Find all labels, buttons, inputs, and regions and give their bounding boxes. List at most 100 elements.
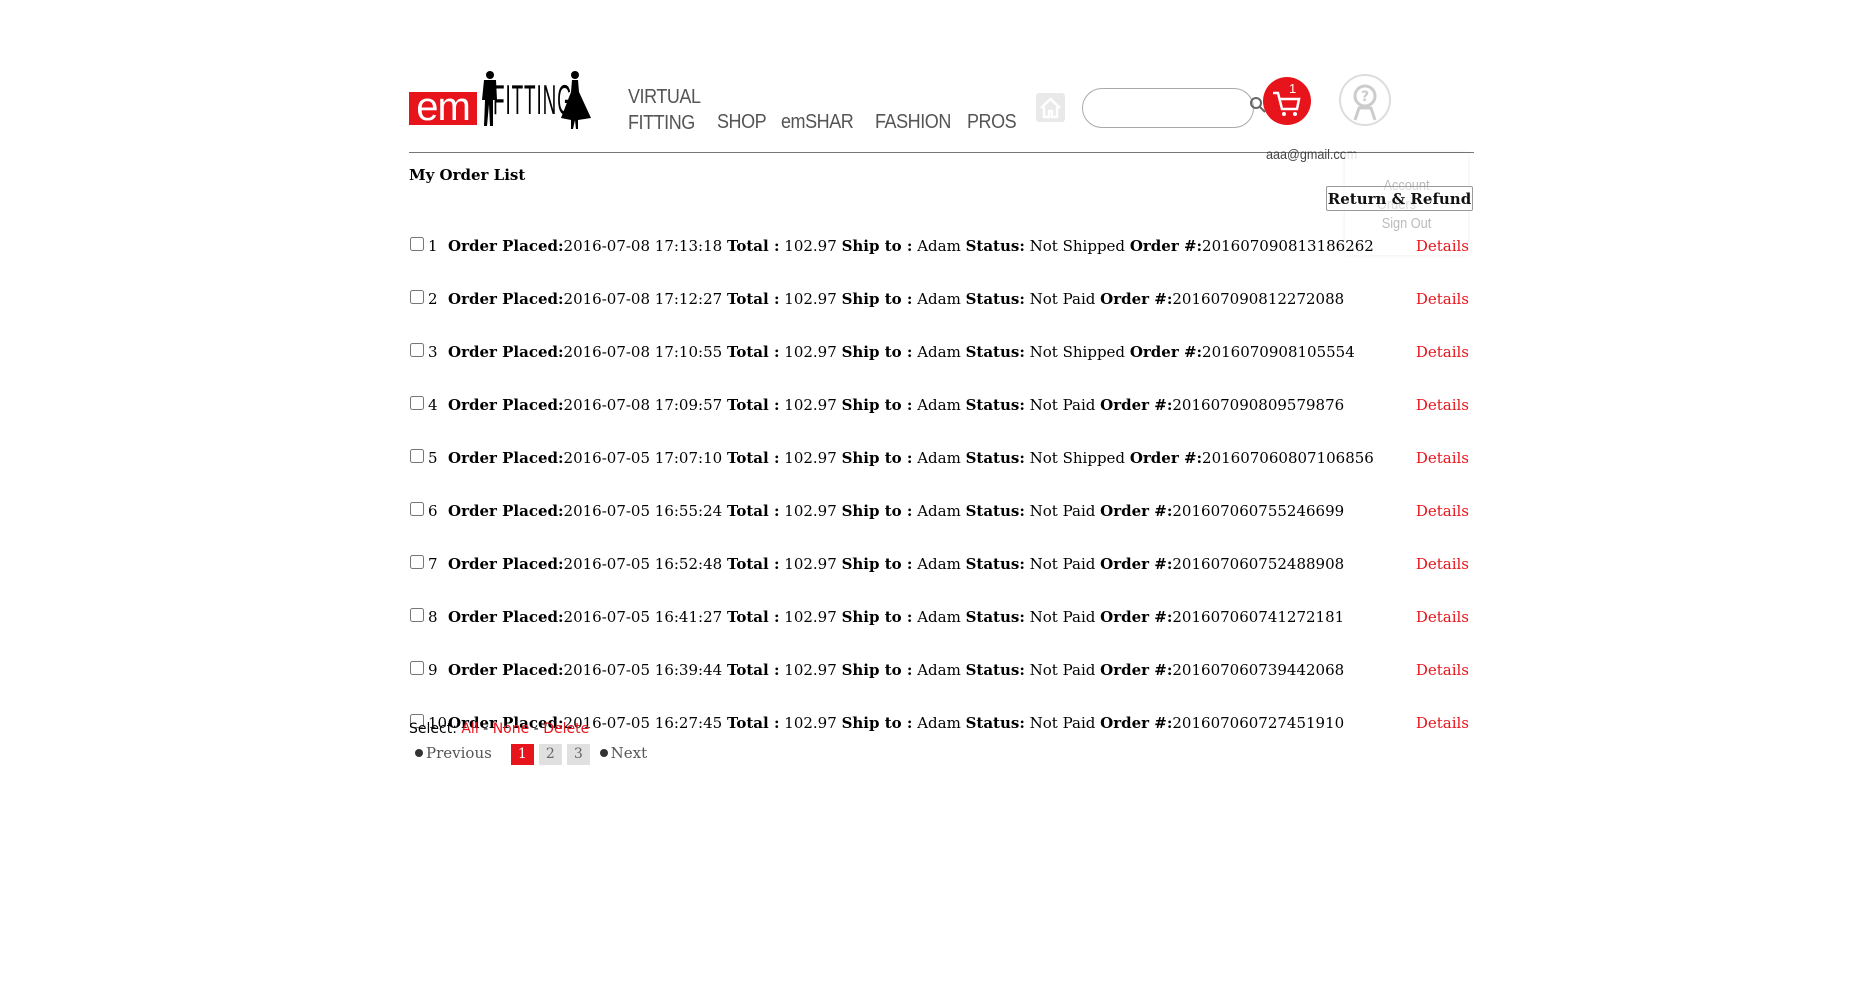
bullet-icon <box>599 749 608 757</box>
status-value: Not Paid <box>1029 608 1096 626</box>
status-label: Status: <box>965 237 1025 255</box>
page-number-button[interactable]: 1 <box>510 744 534 765</box>
page-title: My Order List <box>409 166 526 184</box>
status-value: Not Shipped <box>1029 449 1126 467</box>
order-summary: Order Placed:2016-07-05 16:39:44 Total :… <box>448 658 1344 682</box>
nav-shop[interactable]: SHOP <box>717 111 767 134</box>
order-details-link[interactable]: Details <box>1416 711 1469 735</box>
previous-page-button[interactable]: Previous <box>415 744 492 762</box>
order-checkbox[interactable] <box>410 343 424 357</box>
ship-to-value: Adam <box>917 237 961 255</box>
order-details-link[interactable]: Details <box>1416 605 1469 629</box>
bullet-icon <box>415 749 423 757</box>
order-number-label: Order #: <box>1100 661 1173 679</box>
status-label: Status: <box>965 714 1025 732</box>
order-details-link[interactable]: Details <box>1416 499 1469 523</box>
order-summary: Order Placed:2016-07-05 16:55:24 Total :… <box>448 499 1344 523</box>
nav-virtual-line2: FITTING <box>628 112 695 134</box>
order-checkbox[interactable] <box>410 449 424 463</box>
home-button[interactable] <box>1036 93 1065 122</box>
order-details-link[interactable]: Details <box>1416 234 1469 258</box>
order-placed-value: 2016-07-05 16:55:24 <box>563 502 723 520</box>
order-checkbox[interactable] <box>410 502 424 516</box>
status-value: Not Paid <box>1029 396 1096 414</box>
order-details-link[interactable]: Details <box>1416 658 1469 682</box>
order-number-value: 201607090812272088 <box>1172 290 1345 308</box>
nav-pros[interactable]: PROS <box>967 111 1017 134</box>
order-placed-value: 2016-07-05 16:52:48 <box>563 555 723 573</box>
total-label: Total : <box>726 396 780 414</box>
order-number-label: Order #: <box>1100 555 1173 573</box>
cart-button[interactable]: 1 <box>1263 77 1311 125</box>
ship-to-label: Ship to : <box>841 290 913 308</box>
order-checkbox[interactable] <box>410 661 424 675</box>
delete-link[interactable]: Delete <box>543 721 589 737</box>
ship-to-label: Ship to : <box>841 661 913 679</box>
order-row: 1 Order Placed:2016-07-08 17:13:18 Total … <box>409 234 1474 258</box>
return-refund-button[interactable]: Return & Refund <box>1326 186 1473 211</box>
ship-to-value: Adam <box>917 290 961 308</box>
order-details-link[interactable]: Details <box>1416 340 1469 364</box>
order-row: 7 Order Placed:2016-07-05 16:52:48 Total … <box>409 552 1474 576</box>
order-checkbox[interactable] <box>410 608 424 622</box>
select-separator: - <box>533 721 539 737</box>
home-icon <box>1040 97 1061 119</box>
order-details-link[interactable]: Details <box>1416 393 1469 417</box>
total-label: Total : <box>726 237 780 255</box>
total-value: 102.97 <box>784 237 837 255</box>
order-row: 3 Order Placed:2016-07-08 17:10:55 Total … <box>409 340 1474 364</box>
order-number-label: Order #: <box>1100 502 1173 520</box>
total-label: Total : <box>726 608 780 626</box>
order-placed-label: Order Placed: <box>448 396 564 414</box>
search-input[interactable] <box>1097 97 1231 119</box>
next-page-button[interactable]: Next <box>599 744 647 762</box>
order-row: 6 Order Placed:2016-07-05 16:55:24 Total … <box>409 499 1474 523</box>
page-number-button[interactable]: 2 <box>538 744 562 765</box>
order-summary: Order Placed:2016-07-08 17:09:57 Total :… <box>448 393 1344 417</box>
order-details-link[interactable]: Details <box>1416 552 1469 576</box>
order-checkbox[interactable] <box>410 396 424 410</box>
order-checkbox[interactable] <box>410 237 424 251</box>
status-value: Not Paid <box>1029 502 1096 520</box>
order-placed-value: 2016-07-08 17:12:27 <box>563 290 723 308</box>
ship-to-label: Ship to : <box>841 343 913 361</box>
order-number-value: 201607060807106856 <box>1202 449 1374 467</box>
user-avatar-button[interactable]: ? <box>1339 74 1391 126</box>
order-checkbox[interactable] <box>410 555 424 569</box>
order-number-label: Order #: <box>1100 290 1173 308</box>
total-value: 102.97 <box>784 661 837 679</box>
select-all-link[interactable]: All <box>461 721 478 737</box>
order-placed-label: Order Placed: <box>448 237 564 255</box>
total-label: Total : <box>726 290 780 308</box>
order-checkbox[interactable] <box>410 290 424 304</box>
order-summary: Order Placed:2016-07-05 17:07:10 Total :… <box>448 446 1374 470</box>
total-value: 102.97 <box>784 555 837 573</box>
ship-to-value: Adam <box>917 714 961 732</box>
ship-to-label: Ship to : <box>841 714 913 732</box>
order-number-value: 201607060752488908 <box>1172 555 1345 573</box>
total-label: Total : <box>726 343 780 361</box>
nav-fashion[interactable]: FASHION <box>875 111 951 134</box>
order-details-link[interactable]: Details <box>1416 287 1469 311</box>
nav-emshare[interactable]: emSHARE <box>781 111 853 134</box>
select-controls: Select: All - None - Delete <box>409 719 589 739</box>
ship-to-value: Adam <box>917 343 961 361</box>
order-summary: Order Placed:2016-07-08 17:13:18 Total :… <box>448 234 1374 258</box>
total-value: 102.97 <box>784 714 837 732</box>
page-number-button[interactable]: 3 <box>566 744 590 765</box>
order-details-link[interactable]: Details <box>1416 446 1469 470</box>
status-value: Not Shipped <box>1029 237 1126 255</box>
order-number-label: Order #: <box>1129 449 1203 467</box>
select-none-link[interactable]: None <box>493 721 530 737</box>
menu-sign-out[interactable]: Sign Out <box>1354 215 1459 232</box>
search-box[interactable] <box>1082 88 1254 128</box>
user-email: aaa@gmail.com <box>1266 146 1358 162</box>
total-label: Total : <box>726 661 780 679</box>
total-value: 102.97 <box>784 608 837 626</box>
total-label: Total : <box>726 502 780 520</box>
svg-text:?: ? <box>1361 89 1369 105</box>
nav-virtual-fitting[interactable]: VIRTUAL FITTING <box>628 84 701 136</box>
brand-logo[interactable]: em FITTING <box>409 70 593 130</box>
ship-to-label: Ship to : <box>841 555 913 573</box>
order-index: 4 <box>428 396 438 414</box>
